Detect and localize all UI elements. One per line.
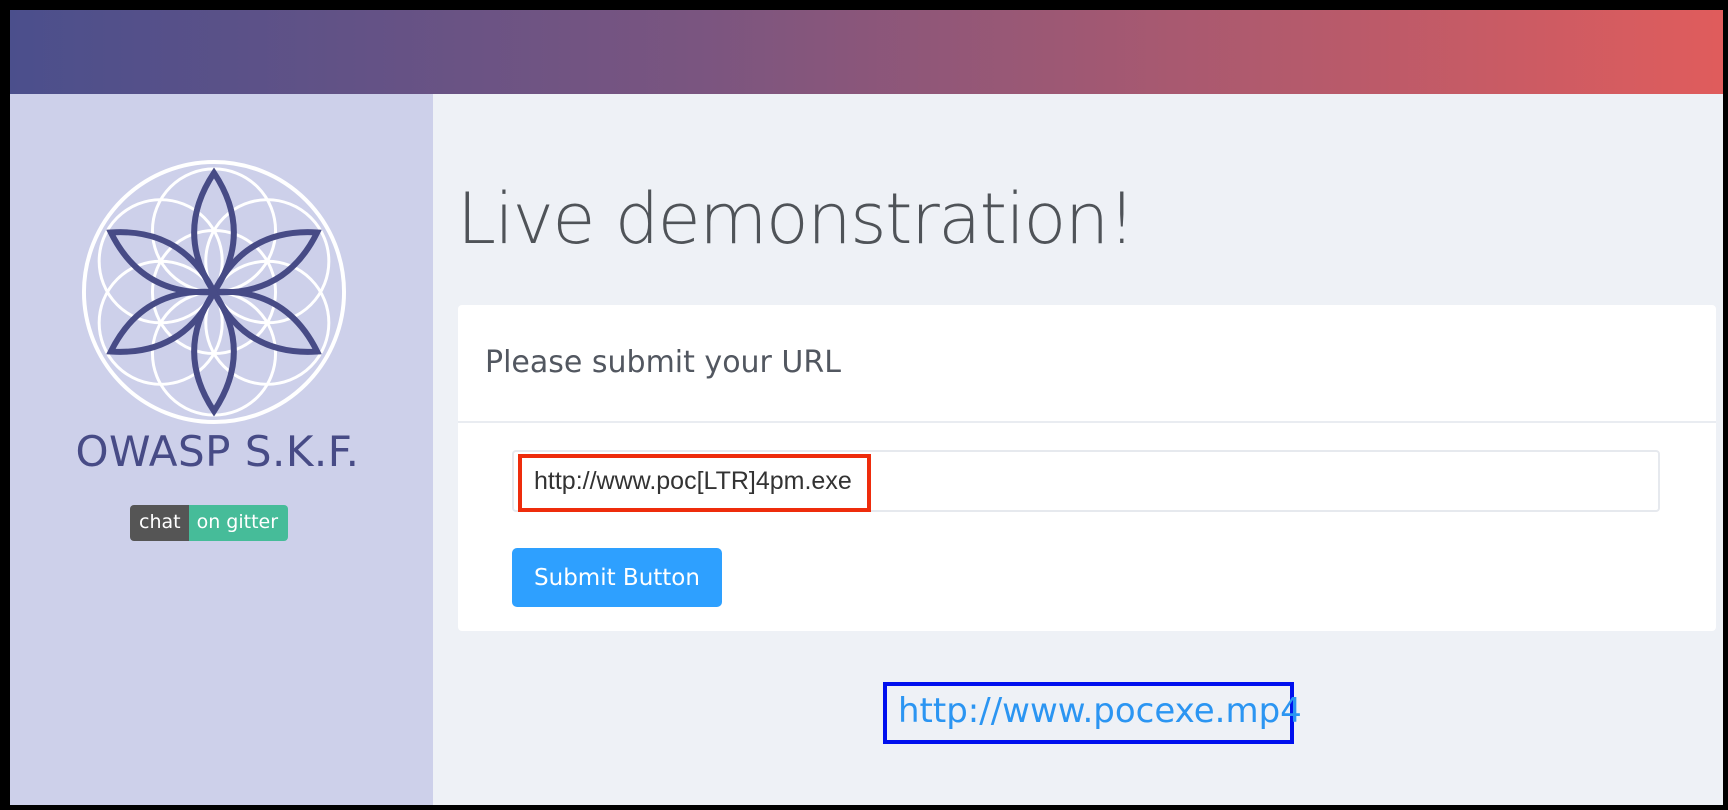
url-form-card: Please submit your URL Submit Button xyxy=(458,305,1716,631)
sidebar: OWASP S.K.F. chat on gitter xyxy=(10,94,433,805)
badge-label-gitter: on gitter xyxy=(188,505,289,541)
card-header: Please submit your URL xyxy=(458,305,1716,423)
page-title: Live demonstration! xyxy=(457,178,1136,260)
submit-button[interactable]: Submit Button xyxy=(512,548,722,607)
owasp-skf-logo-icon xyxy=(81,159,347,425)
gitter-chat-badge[interactable]: chat on gitter xyxy=(130,505,289,541)
result-link[interactable]: http://www.pocexe.mp4 xyxy=(883,682,1302,744)
page-frame: OWASP S.K.F. chat on gitter Live demonst… xyxy=(0,0,1728,810)
brand-name: OWASP S.K.F. xyxy=(75,427,360,476)
url-input[interactable] xyxy=(512,450,1660,512)
badge-label-chat: chat xyxy=(130,505,189,541)
main-content: Live demonstration! Please submit your U… xyxy=(433,94,1723,805)
top-banner xyxy=(10,10,1723,94)
